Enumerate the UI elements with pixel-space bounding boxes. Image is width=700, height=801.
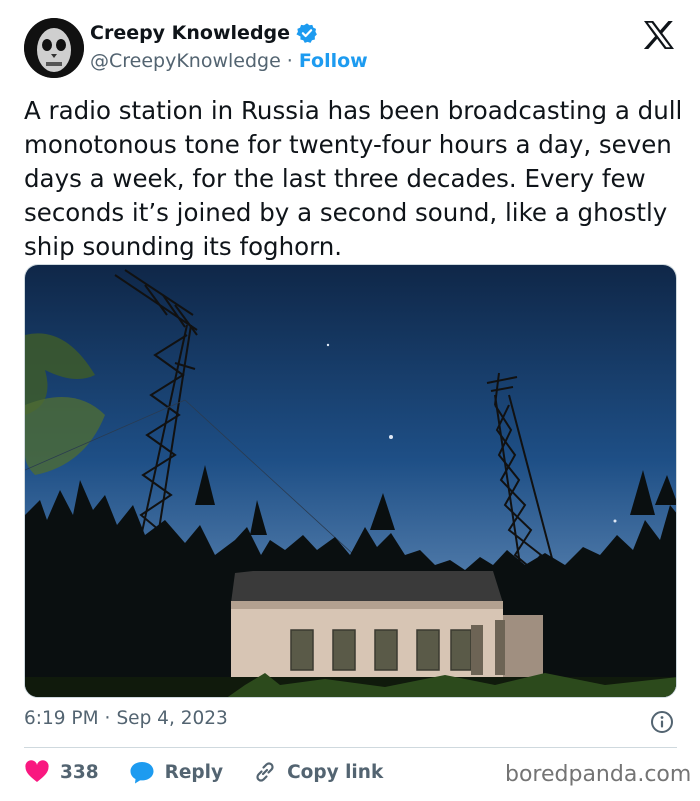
reply-button[interactable]: Reply: [129, 760, 223, 784]
info-icon[interactable]: [650, 710, 674, 734]
divider: [24, 747, 677, 748]
copy-link-label: Copy link: [287, 761, 384, 783]
like-button[interactable]: 338: [24, 760, 99, 784]
handle-separator: ·: [286, 50, 293, 72]
avatar-skull-image: [24, 18, 84, 78]
author-display-name[interactable]: Creepy Knowledge: [90, 22, 290, 44]
chat-bubble-icon: [130, 762, 154, 784]
verified-badge-icon: [296, 23, 317, 43]
tweet-actions: 338 Reply Copy link: [24, 760, 413, 784]
timestamp-separator: ·: [104, 708, 111, 729]
author-handle-row: @CreepyKnowledge · Follow: [90, 50, 368, 72]
copy-link-button[interactable]: Copy link: [253, 760, 383, 784]
tweet-timestamp[interactable]: 6:19 PM · Sep 4, 2023: [24, 708, 228, 729]
heart-icon: [25, 760, 49, 782]
reply-label: Reply: [164, 761, 224, 783]
tweet-date: Sep 4, 2023: [116, 708, 228, 729]
boredpanda-watermark: boredpanda.com: [505, 762, 692, 787]
like-count: 338: [60, 761, 99, 783]
tweet-time: 6:19 PM: [24, 708, 99, 729]
author-handle[interactable]: @CreepyKnowledge: [90, 50, 281, 72]
link-icon: [256, 762, 274, 782]
avatar[interactable]: [24, 18, 84, 78]
author-name-row: Creepy Knowledge: [90, 22, 318, 44]
follow-button[interactable]: Follow: [299, 50, 368, 72]
tweet-text: A radio station in Russia has been broad…: [24, 96, 683, 261]
tweet-media-photo[interactable]: [24, 264, 677, 698]
radio-station-photo: [25, 265, 676, 697]
x-logo-icon[interactable]: [643, 20, 675, 50]
